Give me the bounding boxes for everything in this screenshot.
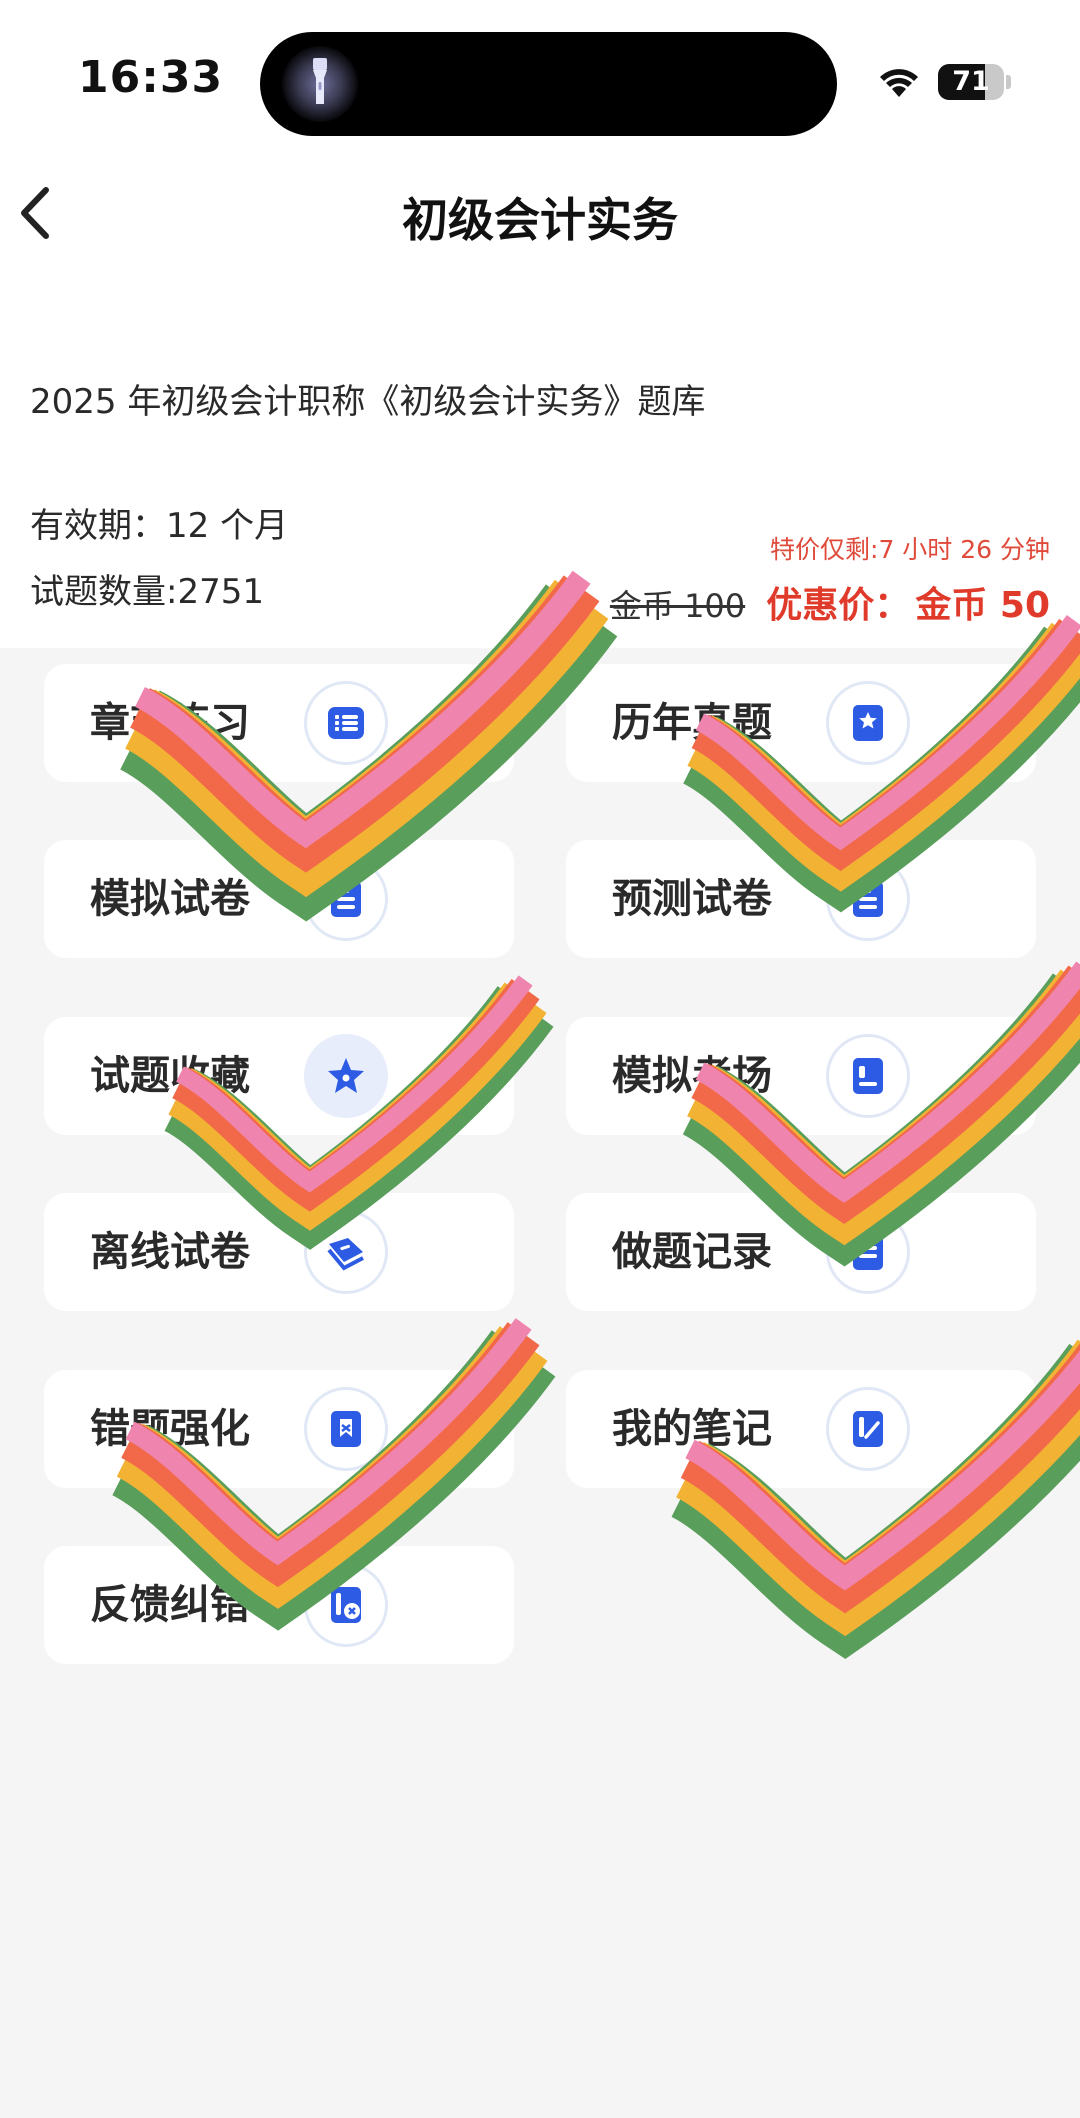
menu-label: 我的笔记 — [612, 1406, 772, 1452]
menu-chapter-practice[interactable]: 章节练习 — [44, 664, 514, 782]
menu-practice-records[interactable]: 做题记录 — [566, 1193, 1036, 1311]
menu-label: 章节练习 — [90, 700, 250, 746]
flashlight-icon — [313, 58, 327, 104]
question-bank-title: 2025 年初级会计职称《初级会计实务》题库 — [30, 382, 706, 422]
battery-indicator: 71 — [938, 64, 1004, 100]
feedback-icon — [304, 1563, 388, 1647]
menu-past-exams[interactable]: 历年真题 — [566, 664, 1036, 782]
menu-feedback[interactable]: 反馈纠错 — [44, 1546, 514, 1664]
bookmark-star-icon — [826, 681, 910, 765]
paper-icon — [826, 857, 910, 941]
menu-mock-exam-room[interactable]: 模拟考场 — [566, 1017, 1036, 1135]
menu-label: 模拟考场 — [612, 1053, 772, 1099]
price-row: 金币 100 优惠价： 金币 50 — [610, 576, 1050, 628]
list-icon — [304, 681, 388, 765]
validity-period: 有效期：12 个月 — [30, 506, 289, 546]
menu-label: 试题收藏 — [90, 1053, 250, 1099]
star-icon — [304, 1034, 388, 1118]
dynamic-island — [260, 32, 837, 136]
paper-icon — [304, 857, 388, 941]
wrong-question-icon — [304, 1387, 388, 1471]
menu-my-notes[interactable]: 我的笔记 — [566, 1370, 1036, 1488]
notes-icon — [826, 1387, 910, 1471]
wifi-icon — [880, 69, 918, 97]
menu-wrong-questions[interactable]: 错题强化 — [44, 1370, 514, 1488]
discount-label: 优惠价： — [766, 585, 911, 626]
menu-label: 模拟试卷 — [90, 876, 250, 922]
menu-offline-papers[interactable]: 离线试卷 — [44, 1193, 514, 1311]
page-title: 初级会计实务 — [402, 193, 678, 247]
original-price: 金币 100 — [609, 587, 746, 625]
menu-label: 错题强化 — [90, 1406, 250, 1452]
discount-price: 金币 50 — [915, 585, 1050, 626]
menu-label: 做题记录 — [612, 1229, 772, 1275]
promo-countdown: 特价仅剩:7 小时 26 分钟 — [770, 535, 1050, 564]
menu-mock-papers[interactable]: 模拟试卷 — [44, 840, 514, 958]
question-count: 试题数量:2751 — [30, 572, 264, 612]
menu-label: 历年真题 — [612, 700, 772, 746]
battery-level: 71 — [952, 66, 990, 97]
record-icon — [826, 1210, 910, 1294]
menu-predicted-papers[interactable]: 预测试卷 — [566, 840, 1036, 958]
menu-label: 预测试卷 — [612, 876, 772, 922]
battery-cap — [1006, 75, 1011, 89]
menu-favorites[interactable]: 试题收藏 — [44, 1017, 514, 1135]
menu-label: 反馈纠错 — [90, 1582, 250, 1628]
offline-paper-icon — [304, 1210, 388, 1294]
menu-label: 离线试卷 — [90, 1229, 250, 1275]
exam-room-icon — [826, 1034, 910, 1118]
status-time: 16:33 — [78, 52, 224, 103]
